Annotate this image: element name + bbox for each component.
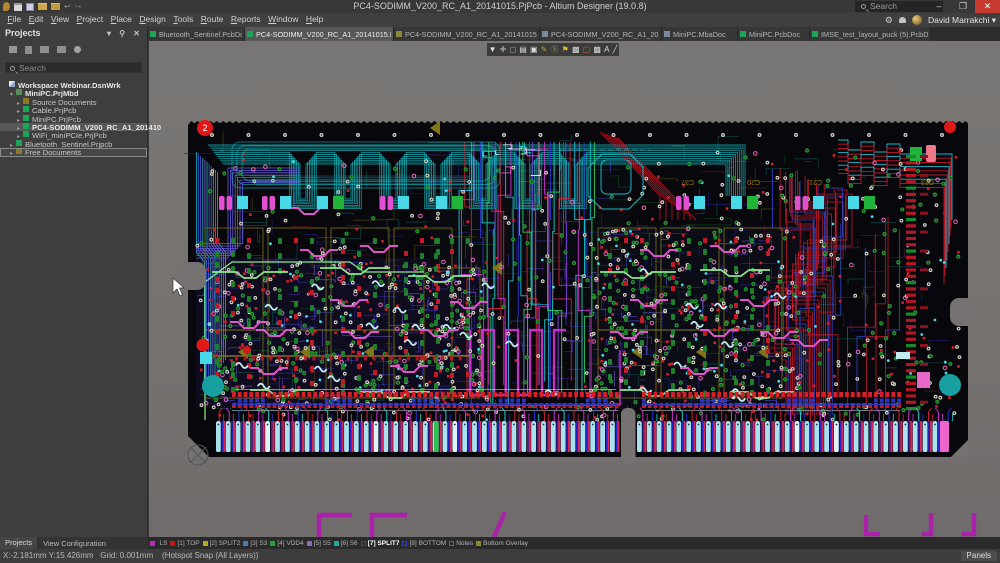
svg-text:C37: C37 [681,178,694,185]
svg-text:C20: C20 [747,178,760,185]
svg-text:C21: C21 [809,178,822,185]
svg-text:C23: C23 [921,178,934,185]
svg-text:2: 2 [202,123,207,133]
